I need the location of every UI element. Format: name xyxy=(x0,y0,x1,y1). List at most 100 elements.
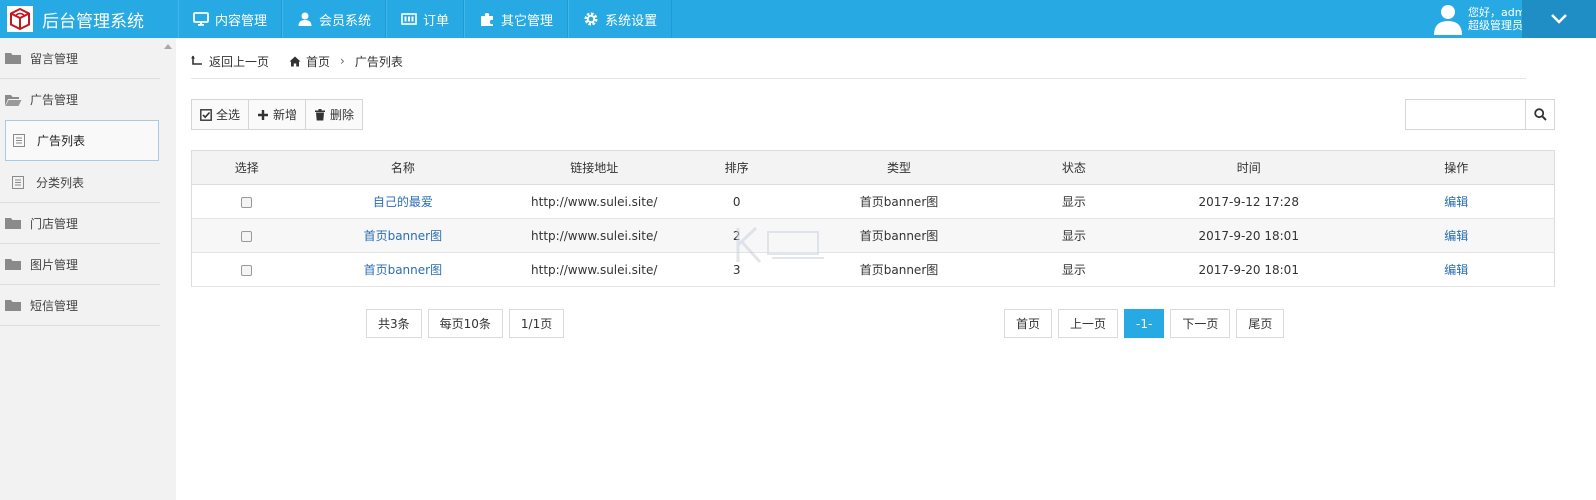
row-status: 显示 xyxy=(1008,252,1139,287)
table-row: 首页banner图 http://www.sulei.site/ 3 首页ban… xyxy=(191,252,1555,287)
plus-icon xyxy=(258,109,269,120)
home-icon xyxy=(289,56,301,66)
row-status: 显示 xyxy=(1008,184,1139,219)
document-icon xyxy=(13,134,25,147)
monitor-icon xyxy=(193,12,209,26)
col-url: 链接地址 xyxy=(504,150,685,185)
row-checkbox[interactable] xyxy=(241,264,253,276)
page-first-button[interactable]: 首页 xyxy=(1004,309,1053,338)
sidebar-scrollbar[interactable] xyxy=(160,38,176,500)
row-sort: 2 xyxy=(684,218,790,253)
search-icon xyxy=(1533,108,1547,121)
user-info[interactable]: 您好，admin 超级管理员 xyxy=(1434,0,1535,38)
row-url: http://www.sulei.site/ xyxy=(504,218,685,253)
row-edit-link[interactable]: 编辑 xyxy=(1444,195,1468,209)
sidebar-item-ads[interactable]: 广告管理 xyxy=(0,79,160,120)
row-url: http://www.sulei.site/ xyxy=(504,252,685,287)
select-all-button[interactable]: 全选 xyxy=(191,99,250,130)
row-name-link[interactable]: 首页banner图 xyxy=(364,229,443,243)
list-icon xyxy=(401,13,417,25)
row-sort: 0 xyxy=(684,184,790,219)
nav-content[interactable]: 内容管理 xyxy=(178,0,283,38)
sidebar-item-sms[interactable]: 短信管理 xyxy=(0,285,160,326)
row-url: http://www.sulei.site/ xyxy=(504,184,685,219)
pagination: 首页 上一页 -1- 下一页 尾页 xyxy=(1004,309,1290,338)
row-checkbox[interactable] xyxy=(241,230,253,242)
row-type: 首页banner图 xyxy=(789,218,1009,253)
row-time: 2017-9-20 18:01 xyxy=(1138,252,1359,287)
table-header-row: 选择 名称 链接地址 排序 类型 状态 时间 操作 xyxy=(191,150,1555,185)
main-nav: 内容管理 会员系统 订单 其它管理 系统设置 xyxy=(178,0,673,38)
folder-icon xyxy=(5,53,21,64)
sidebar-sub-category-list[interactable]: 分类列表 xyxy=(0,162,160,203)
row-status: 显示 xyxy=(1008,218,1139,253)
col-status: 状态 xyxy=(1008,150,1139,185)
folder-icon xyxy=(5,259,21,270)
col-select: 选择 xyxy=(191,150,302,185)
app-title: 后台管理系统 xyxy=(42,11,144,32)
ad-table: 选择 名称 链接地址 排序 类型 状态 时间 操作 自己的最爱 http://w… xyxy=(191,150,1555,287)
avatar-icon xyxy=(1434,5,1462,35)
sidebar-item-stores[interactable]: 门店管理 xyxy=(0,203,160,244)
nav-members[interactable]: 会员系统 xyxy=(282,0,387,38)
page-prev-button[interactable]: 上一页 xyxy=(1058,309,1119,338)
row-name-link[interactable]: 自己的最爱 xyxy=(373,195,433,209)
pagination-info: 共3条 每页10条 1/1页 xyxy=(366,309,570,338)
sidebar-item-messages[interactable]: 留言管理 xyxy=(0,38,160,79)
folder-icon xyxy=(5,218,21,229)
breadcrumb-home[interactable]: 首页 xyxy=(289,53,330,70)
breadcrumb-separator: › xyxy=(340,54,345,68)
total-count: 共3条 xyxy=(366,309,422,338)
checkbox-checked-icon xyxy=(200,108,212,121)
col-action: 操作 xyxy=(1358,150,1555,185)
page-last-button[interactable]: 尾页 xyxy=(1236,309,1285,338)
document-icon xyxy=(12,175,24,189)
trash-icon xyxy=(315,108,326,120)
row-edit-link[interactable]: 编辑 xyxy=(1444,229,1468,243)
sidebar-sub-ad-list[interactable]: 广告列表 xyxy=(5,120,159,161)
folder-open-icon xyxy=(5,94,22,106)
scroll-up-arrow-icon[interactable] xyxy=(164,44,172,49)
row-type: 首页banner图 xyxy=(789,252,1009,287)
delete-button[interactable]: 删除 xyxy=(305,99,364,130)
user-icon xyxy=(298,12,312,26)
col-name: 名称 xyxy=(301,150,505,185)
search-box xyxy=(1405,99,1526,130)
cube-logo-icon xyxy=(7,6,33,32)
brand[interactable]: 后台管理系统 xyxy=(0,0,178,38)
sidebar: 留言管理 广告管理 广告列表 分类列表 门店管理 图片管理 短信管理 xyxy=(0,38,176,500)
row-name-link[interactable]: 首页banner图 xyxy=(364,263,443,277)
col-time: 时间 xyxy=(1138,150,1359,185)
page-next-button[interactable]: 下一页 xyxy=(1170,309,1231,338)
nav-orders[interactable]: 订单 xyxy=(386,0,465,38)
folder-icon xyxy=(5,300,21,311)
breadcrumb: 返回上一页 首页 › 广告列表 xyxy=(191,50,1526,79)
page-current-button[interactable]: -1- xyxy=(1124,309,1165,338)
toolbar: 全选 新增 删除 xyxy=(191,99,364,130)
row-checkbox[interactable] xyxy=(241,196,253,208)
search-button[interactable] xyxy=(1525,99,1555,130)
back-link[interactable]: 返回上一页 xyxy=(191,53,269,70)
per-page: 每页10条 xyxy=(427,309,503,338)
top-bar: 后台管理系统 内容管理 会员系统 订单 其它管理 系统设置 您好，admin 超… xyxy=(0,0,1596,38)
col-sort: 排序 xyxy=(684,150,790,185)
add-button[interactable]: 新增 xyxy=(248,99,307,130)
nav-settings[interactable]: 系统设置 xyxy=(568,0,673,38)
table-row: 自己的最爱 http://www.sulei.site/ 0 首页banner图… xyxy=(191,184,1555,219)
user-menu-toggle[interactable] xyxy=(1522,0,1596,38)
return-arrow-icon xyxy=(191,55,202,65)
page-of: 1/1页 xyxy=(508,309,565,338)
row-time: 2017-9-20 18:01 xyxy=(1138,218,1359,253)
row-type: 首页banner图 xyxy=(789,184,1009,219)
row-sort: 3 xyxy=(684,252,790,287)
chevron-down-icon xyxy=(1551,14,1567,24)
row-time: 2017-9-12 17:28 xyxy=(1138,184,1359,219)
gear-icon xyxy=(584,12,598,26)
puzzle-icon xyxy=(481,13,494,26)
sidebar-item-images[interactable]: 图片管理 xyxy=(0,244,160,285)
nav-other[interactable]: 其它管理 xyxy=(464,0,569,38)
col-type: 类型 xyxy=(789,150,1009,185)
row-edit-link[interactable]: 编辑 xyxy=(1444,263,1468,277)
table-row: 首页banner图 http://www.sulei.site/ 2 首页ban… xyxy=(191,218,1555,253)
search-input[interactable] xyxy=(1406,100,1523,129)
